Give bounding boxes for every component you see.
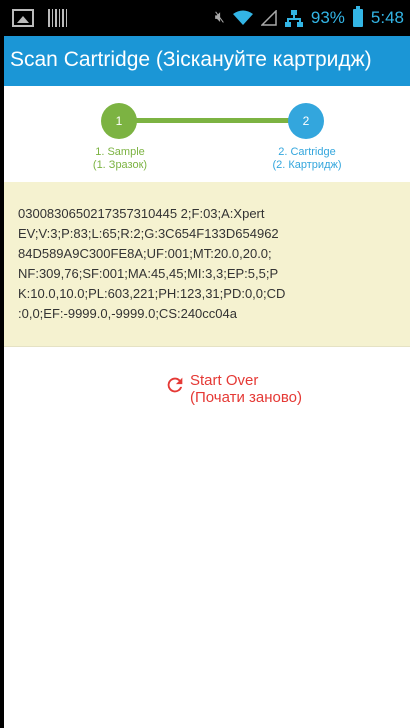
start-over-label-en: Start Over bbox=[190, 372, 259, 389]
step-1-label: 1. Sample (1. Зразок) bbox=[70, 146, 170, 172]
scan-result-panel: 0300830650217357310445 2;F:03;A:Xpert EV… bbox=[4, 182, 410, 347]
scan-line: :0,0;EF:-9999.0,-9999.0;CS:240cc04a bbox=[18, 306, 237, 321]
step-1-label-en: 1. Sample bbox=[95, 146, 145, 158]
app-screen: 🔇︎ 93% 5:48 Scan Cartridge (Зіскануйте к… bbox=[4, 0, 410, 728]
start-over-button[interactable]: Start Over (Почати заново) bbox=[164, 372, 302, 406]
start-over-label: Start Over (Почати заново) bbox=[190, 372, 302, 406]
step-2-label-en: 2. Cartridge bbox=[278, 146, 336, 158]
scan-result-text: 0300830650217357310445 2;F:03;A:Xpert EV… bbox=[18, 204, 370, 324]
scan-line: EV;V:3;P:83;L:65;R:2;G:3C654F133D654962 bbox=[18, 226, 279, 241]
step-1-label-uk: (1. Зразок) bbox=[92, 159, 148, 171]
start-over-label-uk: (Почати заново) bbox=[190, 389, 303, 406]
page-title: Scan Cartridge (Зіскануйте картридж) bbox=[10, 48, 372, 71]
battery-percent: 93% bbox=[310, 8, 345, 27]
status-bar: 🔇︎ 93% 5:48 bbox=[4, 0, 410, 36]
refresh-icon bbox=[167, 377, 183, 393]
step-1-circle: 1 bbox=[101, 103, 137, 139]
stepper-connector bbox=[119, 118, 307, 123]
battery-icon bbox=[352, 6, 363, 27]
scan-line: 0300830650217357310445 2;F:03;A:Xpert bbox=[18, 206, 265, 221]
scan-line: K:10.0,10.0;PL:603,221;PH:123,31;PD:0,0;… bbox=[18, 286, 286, 301]
wifi-icon bbox=[232, 10, 253, 25]
network-icon bbox=[284, 10, 303, 27]
image-icon bbox=[12, 9, 34, 27]
step-2-label: 2. Cartridge (2. Картридж) bbox=[250, 146, 364, 172]
barcode-icon bbox=[48, 9, 68, 27]
scan-line: NF:309,76;SF:001;MA:45,45;MI:3,3;EP:5,5;… bbox=[18, 266, 279, 281]
clock: 5:48 bbox=[370, 8, 404, 27]
signal-icon bbox=[260, 10, 277, 26]
step-2-circle: 2 bbox=[288, 103, 324, 139]
mute-icon: 🔇︎ bbox=[214, 9, 225, 26]
scan-line: 84D589A9C300FE8A;UF:001;MT:20.0,20.0; bbox=[18, 246, 272, 261]
action-bar: Scan Cartridge (Зіскануйте картридж) bbox=[4, 36, 410, 86]
step-2-label-uk: (2. Картридж) bbox=[272, 159, 342, 171]
progress-stepper: 1 2 1. Sample (1. Зразок) 2. Cartridge (… bbox=[4, 86, 410, 182]
